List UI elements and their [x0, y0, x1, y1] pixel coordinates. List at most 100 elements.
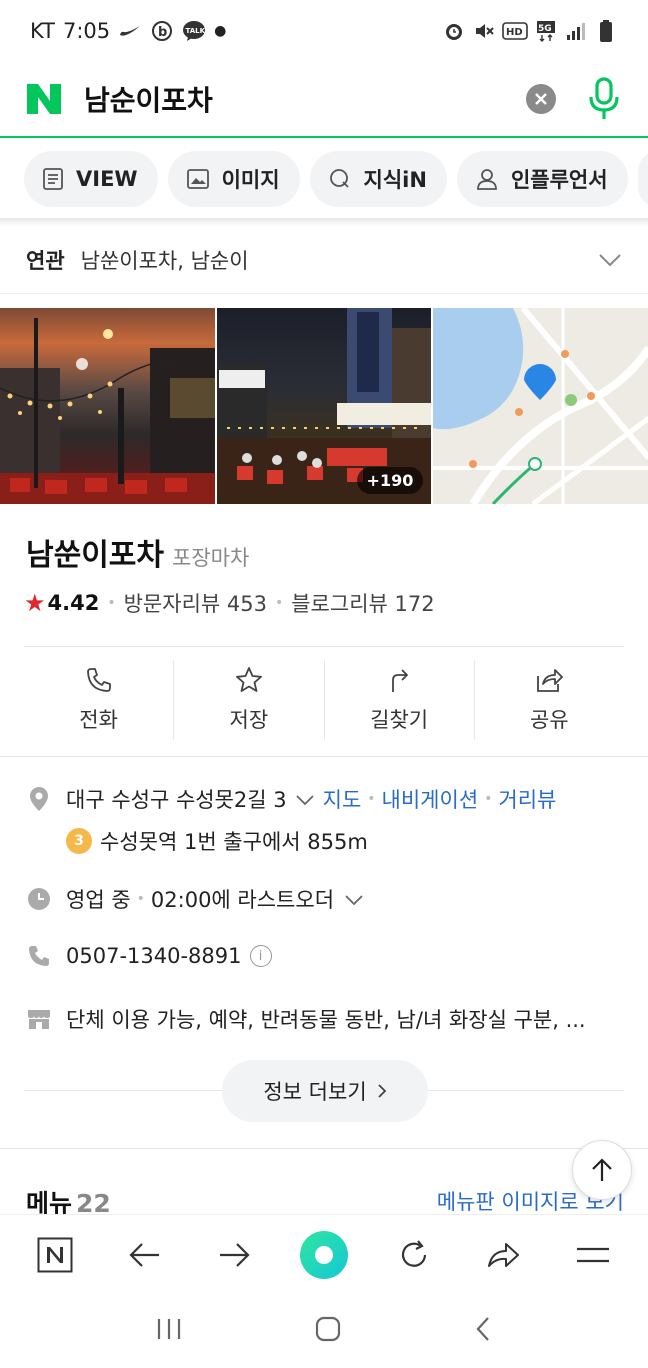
visitor-reviews-link[interactable]: 방문자리뷰 453: [124, 588, 267, 618]
chevron-right-icon: [378, 1084, 386, 1098]
dot-icon: ●: [214, 23, 227, 39]
hours-row[interactable]: 영업 중 • 02:00에 라스트오더: [26, 884, 364, 914]
refresh-icon: [401, 1239, 426, 1267]
directions-button[interactable]: 길찾기: [325, 660, 475, 740]
chevron-down-icon[interactable]: [598, 248, 622, 272]
tabs-shadow: [0, 218, 648, 226]
place-actions: 전화 저장 길찾기 공유: [24, 660, 624, 740]
hamburger-icon: [577, 1247, 610, 1262]
amenities-row: 단체 이용 가능, 예약, 반려동물 동반, 남/녀 화장실 구분, ...: [26, 1004, 586, 1034]
separator-dot: •: [274, 595, 284, 611]
mic-icon: [589, 77, 619, 119]
search-tabs: VIEW 이미지 지식iN 인플루언서: [0, 140, 648, 218]
search-input[interactable]: 남순이포차: [84, 79, 213, 119]
green-dot-button[interactable]: [294, 1225, 354, 1285]
tab-influencer-label: 인플루언서: [510, 168, 608, 192]
place-name[interactable]: 남쑨이포차: [26, 530, 164, 574]
more-info-label: 정보 더보기: [263, 1080, 367, 1104]
menu-button[interactable]: [563, 1225, 623, 1285]
tab-kin-label: 지식iN: [363, 168, 427, 192]
time-label: 7:05: [62, 19, 111, 43]
tab-more[interactable]: [637, 151, 648, 207]
system-back-button[interactable]: [473, 1315, 493, 1347]
address-text[interactable]: 대구 수성구 수성못2길 3: [66, 784, 287, 814]
person-icon: [477, 169, 497, 190]
hours-status: 영업 중: [66, 888, 131, 912]
system-home-button[interactable]: [314, 1315, 342, 1347]
5g-icon: 5G: [534, 19, 558, 43]
browser-toolbar: [0, 1214, 648, 1294]
place-photo-2[interactable]: +190: [216, 308, 432, 504]
hd-icon: HD: [502, 19, 528, 43]
navigation-link[interactable]: 내비게이션: [382, 784, 479, 814]
related-label: 연관: [26, 248, 65, 273]
separator-dot: •: [367, 791, 376, 807]
location-pin-icon: [26, 786, 52, 812]
refresh-button[interactable]: [384, 1225, 444, 1285]
share-arrow-icon: [488, 1242, 520, 1267]
document-icon: [43, 168, 63, 190]
chevron-down-icon[interactable]: [344, 887, 364, 911]
tab-view[interactable]: VIEW: [24, 151, 158, 207]
svg-text:5G: 5G: [538, 24, 552, 34]
tab-kin[interactable]: 지식iN: [309, 151, 447, 207]
section-divider: [0, 756, 648, 757]
rating-score: 4.42: [47, 591, 100, 615]
close-icon: [535, 93, 547, 105]
blog-reviews-link[interactable]: 블로그리뷰 172: [291, 588, 434, 618]
naver-logo-icon[interactable]: [24, 82, 64, 116]
map-link[interactable]: 지도: [323, 784, 362, 814]
image-icon: [186, 169, 209, 189]
related-searches[interactable]: 연관 남쑨이포차, 남순이: [0, 226, 648, 294]
share-button[interactable]: 공유: [475, 660, 624, 740]
separator-dot: •: [484, 791, 493, 807]
more-info-button[interactable]: 정보 더보기: [222, 1060, 428, 1122]
phone-number[interactable]: 0507-1340-8891: [66, 944, 242, 968]
alarm-icon: [442, 19, 466, 43]
save-button[interactable]: 저장: [174, 660, 325, 740]
related-value[interactable]: 남쑨이포차, 남순이: [81, 245, 249, 275]
voice-search-button[interactable]: [584, 77, 624, 121]
back-button[interactable]: [115, 1225, 175, 1285]
svg-text:TALK: TALK: [186, 27, 206, 35]
chevron-down-icon[interactable]: [295, 787, 315, 811]
svg-text:HD: HD: [506, 27, 523, 38]
forward-button[interactable]: [204, 1225, 264, 1285]
system-nav-bar: [0, 1294, 648, 1368]
search-bar: 남순이포차: [0, 62, 648, 138]
call-label: 전화: [79, 708, 118, 732]
call-button[interactable]: 전화: [24, 660, 175, 740]
tab-view-label: VIEW: [76, 167, 138, 191]
clear-search-button[interactable]: [526, 84, 556, 114]
star-rating-icon: ★: [24, 589, 46, 617]
amenities-text: 단체 이용 가능, 예약, 반려동물 동반, 남/녀 화장실 구분, ...: [66, 1008, 586, 1032]
streetview-link[interactable]: 거리뷰: [498, 784, 556, 814]
share-page-button[interactable]: [473, 1225, 533, 1285]
directions-label: 길찾기: [370, 708, 429, 732]
tab-images[interactable]: 이미지: [167, 151, 300, 207]
recent-apps-button[interactable]: [155, 1317, 183, 1345]
place-map[interactable]: [433, 308, 648, 504]
signal-icon: [564, 19, 588, 43]
star-icon: [235, 667, 262, 692]
naver-home-button[interactable]: [25, 1225, 85, 1285]
place-gallery: +190: [0, 308, 648, 504]
place-header: 남쑨이포차 포장마차: [26, 530, 249, 574]
place-photo-1[interactable]: [0, 308, 215, 504]
store-icon: [26, 1008, 52, 1030]
tab-influencer[interactable]: 인플루언서: [456, 151, 628, 207]
arrow-up-icon: [592, 1158, 612, 1181]
phone-row: 0507-1340-8891 i: [26, 944, 272, 968]
separator-dot: •: [107, 595, 116, 611]
place-category: 포장마차: [172, 546, 250, 570]
directions-icon: [392, 669, 409, 692]
share-label: 공유: [530, 708, 569, 732]
talk-icon: TALK: [182, 19, 206, 43]
scroll-to-top-button[interactable]: [572, 1140, 632, 1200]
hours-detail: 02:00에 라스트오더: [150, 888, 335, 912]
separator-dot: •: [136, 891, 145, 907]
arrow-left-icon: [128, 1242, 159, 1267]
info-icon[interactable]: i: [249, 945, 272, 967]
q-icon: [329, 169, 349, 188]
more-photos-badge[interactable]: +190: [356, 467, 424, 494]
